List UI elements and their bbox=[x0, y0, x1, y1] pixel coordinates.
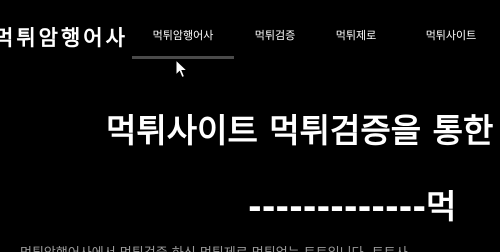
page: 먹튀암행어사 먹튀암행어사 먹튀검증 먹튀제로 먹튀사이트 먹튀사이트 먹튀검증… bbox=[0, 0, 500, 252]
site-logo[interactable]: 먹튀암행어사 bbox=[0, 22, 128, 52]
nav-item-verification[interactable]: 먹튀검증 bbox=[234, 0, 316, 60]
hero-title: 먹튀사이트 먹튀검증을 통한 bbox=[106, 111, 494, 150]
nav-item-sites[interactable]: 먹튀사이트 bbox=[396, 0, 500, 60]
nav-item-zero[interactable]: 먹튀제로 bbox=[316, 0, 396, 60]
nav-item-label: 먹튀제로 bbox=[335, 29, 377, 42]
nav-item-label: 먹튀검증 bbox=[254, 29, 296, 42]
intro-paragraph: 먹튀암행어사에서 먹튀검증 하신 먹튀제로 먹튀없는 토토입니다. 토토사 bbox=[20, 242, 408, 252]
main-nav: 먹튀암행어사 먹튀검증 먹튀제로 먹튀사이트 bbox=[132, 0, 500, 60]
nav-item-label: 먹튀사이트 bbox=[425, 29, 477, 42]
mouse-pointer-icon bbox=[175, 59, 189, 79]
nav-item-mukti-inspector[interactable]: 먹튀암행어사 bbox=[132, 0, 234, 60]
hero-subtitle: -------------먹 bbox=[248, 187, 457, 226]
nav-item-label: 먹튀암행어사 bbox=[152, 29, 214, 42]
